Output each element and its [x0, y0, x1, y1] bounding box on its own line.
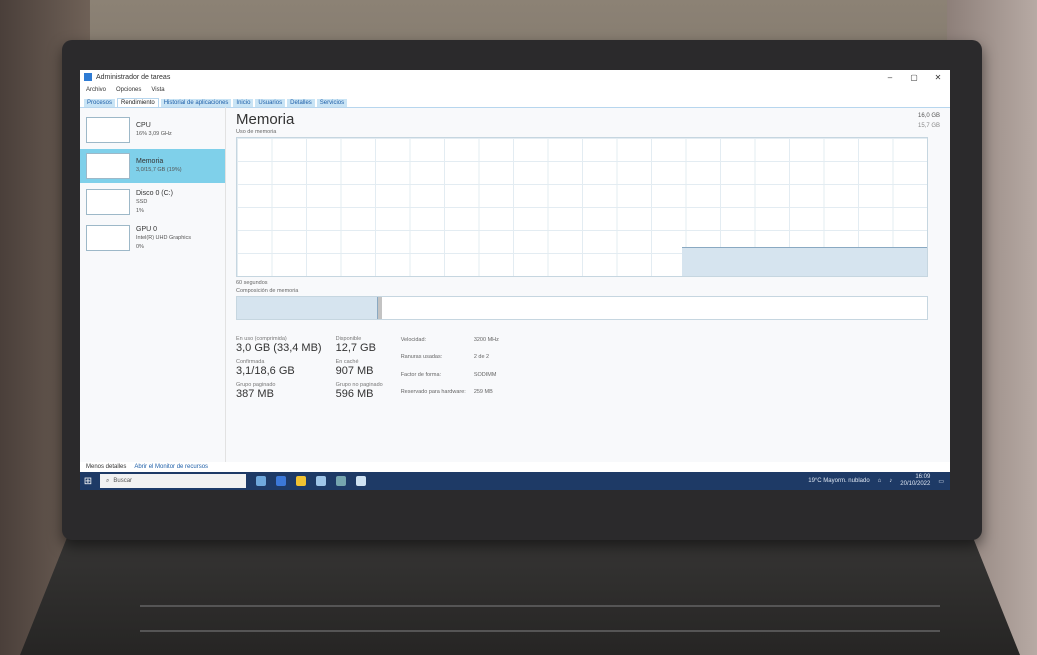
menu-opciones[interactable]: Opciones — [116, 87, 141, 93]
menu-archivo[interactable]: Archivo — [86, 87, 106, 93]
page-title: Memoria — [236, 111, 295, 128]
menu-bar: Archivo Opciones Vista — [80, 84, 950, 95]
sidebar-item-label: Memoria — [136, 158, 164, 165]
detail-value: 3200 MHz — [473, 337, 499, 343]
tab-historial[interactable]: Historial de aplicaciones — [160, 99, 232, 107]
store-icon[interactable] — [316, 476, 326, 486]
windows-start-icon[interactable]: ⊞ — [80, 473, 96, 489]
sidebar-item-sub: SSD — [136, 198, 148, 205]
memory-details: Velocidad: 3200 MHz Ranuras usadas: 2 de… — [401, 336, 499, 405]
search-placeholder: Buscar — [113, 478, 133, 484]
detail-key: Ranuras usadas: — [400, 354, 443, 361]
sidebar-item-sub2: 0% — [136, 243, 144, 250]
stat-committed: 3,1/18,6 GB — [236, 365, 295, 377]
tab-usuarios[interactable]: Usuarios — [255, 99, 286, 107]
detail-key: Velocidad: — [400, 337, 427, 343]
footer-bar: Menos detalles Abrir el Monitor de recur… — [80, 462, 950, 472]
composition-in-use — [237, 297, 378, 319]
window-title: Administrador de tareas — [96, 73, 171, 81]
sidebar-item-sub2: 1% — [136, 207, 144, 214]
tab-rendimiento[interactable]: Rendimiento — [117, 98, 159, 107]
resource-sidebar: CPU 16% 3,09 GHz Memoria 3,0/15,7 GB (19… — [80, 107, 226, 462]
mail-icon[interactable] — [336, 476, 346, 486]
sidebar-item-label: GPU 0 — [136, 225, 158, 233]
network-icon[interactable]: ⌂ — [878, 478, 882, 484]
windows-taskbar: ⊞ ⌕ Buscar 19°C Mayorm. nublado ⌂ ♪ 16:0… — [80, 472, 950, 490]
title-bar: Administrador de tareas – ▢ ✕ — [80, 70, 950, 84]
key-row — [140, 605, 940, 607]
tab-detalles[interactable]: Detalles — [287, 99, 315, 107]
weather-widget[interactable]: 19°C Mayorm. nublado — [808, 478, 869, 484]
sidebar-item-label: Disco 0 (C:) — [136, 189, 173, 197]
disk-thumbnail-graph — [86, 189, 130, 215]
volume-icon[interactable]: ♪ — [889, 478, 892, 484]
taskbar-search-input[interactable]: ⌕ Buscar — [100, 474, 246, 488]
sidebar-item-cpu[interactable]: CPU 16% 3,09 GHz — [80, 113, 225, 147]
task-manager-screen: Administrador de tareas – ▢ ✕ Archivo Op… — [80, 70, 950, 490]
detail-key: Factor de forma: — [400, 371, 442, 378]
sidebar-item-sub: 3,0/15,7 GB (19%) — [136, 167, 182, 173]
composition-modified — [378, 297, 382, 319]
minimize-button[interactable]: – — [878, 73, 902, 82]
detail-key: Reservado para hardware: — [400, 388, 466, 395]
sidebar-item-sub: Intel(R) UHD Graphics — [136, 234, 192, 241]
key-row — [140, 630, 940, 632]
memory-panel: Memoria 16,0 GB 15,7 GB Uso de memoria 6… — [226, 107, 950, 462]
cpu-thumbnail-graph — [86, 117, 130, 143]
stat-cached: 907 MB — [335, 365, 374, 377]
maximize-button[interactable]: ▢ — [902, 73, 926, 82]
stat-in-use: 3,0 GB (33,4 MB) — [236, 342, 322, 354]
fewer-details-link[interactable]: Menos detalles — [86, 464, 126, 470]
file-explorer-icon[interactable] — [296, 476, 306, 486]
sidebar-item-gpu[interactable]: GPU 0 Intel(R) UHD Graphics 0% — [80, 221, 225, 255]
tab-inicio[interactable]: Inicio — [233, 99, 254, 107]
memory-composition-bar — [236, 296, 928, 320]
sidebar-item-memory[interactable]: Memoria 3,0/15,7 GB (19%) — [80, 149, 225, 183]
clock-date: 20/10/2022 — [900, 481, 931, 487]
detail-value: 2 de 2 — [473, 354, 490, 361]
graph-label: Uso de memoria — [236, 129, 277, 135]
sidebar-item-disk[interactable]: Disco 0 (C:) SSD 1% — [80, 185, 225, 219]
sidebar-item-sub: 16% 3,09 GHz — [136, 131, 172, 137]
tab-servicios[interactable]: Servicios — [316, 99, 348, 107]
system-tray: 19°C Mayorm. nublado ⌂ ♪ 16:09 20/10/202… — [808, 474, 950, 488]
composition-label: Composición de memoria — [236, 288, 299, 294]
resource-monitor-link[interactable]: Abrir el Monitor de recursos — [134, 464, 208, 470]
memory-thumbnail-graph — [86, 153, 130, 179]
task-manager-taskbar-icon[interactable] — [356, 476, 366, 486]
gpu-thumbnail-graph — [86, 225, 130, 251]
detail-value: SODIMM — [473, 371, 497, 378]
tab-procesos[interactable]: Procesos — [84, 99, 116, 107]
task-view-icon[interactable] — [256, 476, 266, 486]
sidebar-item-label: CPU — [136, 122, 151, 129]
graph-time-label: 60 segundos — [236, 280, 268, 286]
menu-vista[interactable]: Vista — [151, 87, 164, 93]
memory-usage-area — [682, 247, 927, 276]
memory-stats: En uso (comprimida) 3,0 GB (33,4 MB) Con… — [236, 336, 940, 405]
graph-max-value: 15,7 GB — [917, 123, 940, 129]
memory-total: 16,0 GB — [917, 113, 940, 119]
task-manager-icon — [84, 73, 92, 81]
close-button[interactable]: ✕ — [926, 73, 950, 82]
detail-value: 259 MB — [473, 388, 493, 395]
performance-body: CPU 16% 3,09 GHz Memoria 3,0/15,7 GB (19… — [80, 107, 950, 462]
memory-usage-graph — [236, 137, 928, 277]
stat-paged: 387 MB — [236, 388, 274, 400]
notification-icon[interactable]: ▭ — [938, 478, 944, 485]
stat-available: 12,7 GB — [335, 342, 376, 354]
stat-nonpaged: 596 MB — [335, 388, 374, 400]
clock-time: 16:09 — [915, 474, 931, 480]
search-icon: ⌕ — [106, 477, 110, 484]
edge-browser-icon[interactable] — [276, 476, 286, 486]
taskbar-clock[interactable]: 16:09 20/10/2022 — [900, 474, 930, 488]
